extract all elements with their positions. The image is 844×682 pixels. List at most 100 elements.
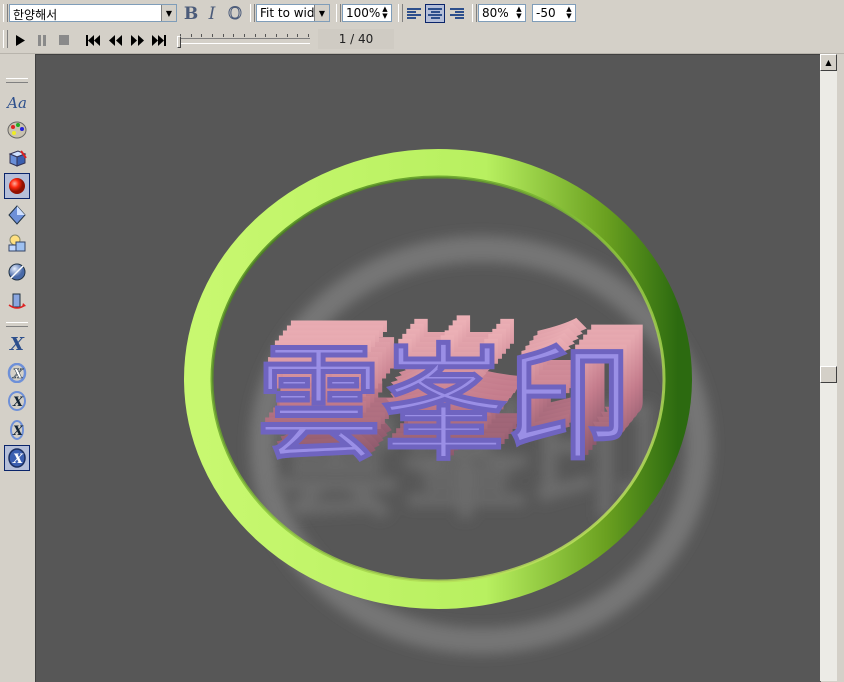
rewind-icon [108, 34, 122, 46]
vertical-scrollbar[interactable]: ▲ [820, 54, 837, 681]
x-axis-tool[interactable]: X [4, 331, 30, 357]
extruded-title: 雲峯印 雲峯印 雲峯印 雲峯印 雲峯印 雲峯印 [256, 307, 652, 479]
x-rotate-2-tool[interactable]: X [4, 388, 30, 414]
fit-mode-select[interactable]: Fit to widt ▼ [256, 4, 330, 22]
spin-arrows-icon[interactable]: ▲ ▼ [380, 6, 390, 20]
align-center-button[interactable] [425, 4, 445, 23]
cube-tool[interactable] [4, 145, 30, 171]
scroll-up-button[interactable]: ▲ [820, 54, 837, 71]
svg-text:X: X [12, 395, 24, 410]
left-toolbar: Aa X X X X X [0, 54, 34, 681]
scale-spinbox[interactable]: 80% ▲ ▼ [478, 4, 526, 22]
timeline-tick [255, 34, 256, 37]
x-rotate-4-icon: X [8, 448, 26, 468]
x-axis-icon: X [10, 333, 24, 355]
toolbar-grip[interactable] [3, 30, 8, 48]
chevron-down-icon[interactable]: ▼ [161, 5, 176, 21]
x-rotate-4-tool[interactable]: X [4, 445, 30, 471]
bold-label: B [183, 3, 199, 24]
font-select[interactable]: 한양해서 ▼ [9, 4, 177, 22]
pause-icon [38, 34, 46, 46]
svg-text:X: X [12, 452, 24, 467]
next-frame-button[interactable] [127, 31, 147, 49]
shapes-icon [8, 234, 26, 252]
offset-value: -50 [536, 6, 556, 20]
timeline-slider[interactable] [178, 38, 310, 44]
viewport-canvas[interactable]: 雲峯印 雲峯印 雲峯印 雲峯印 雲峯印 雲峯印 雲峯印 [35, 54, 821, 682]
play-button[interactable] [10, 31, 30, 49]
timeline-slider-thumb[interactable] [177, 36, 181, 48]
palette-tool[interactable] [4, 117, 30, 143]
toolbar-grip[interactable] [472, 4, 477, 22]
fit-mode-value: Fit to widt [260, 6, 320, 20]
toolbar-grip[interactable] [3, 4, 8, 22]
svg-text:X: X [12, 367, 24, 382]
last-frame-button[interactable] [149, 31, 169, 49]
timeline-tick [287, 34, 288, 37]
x-rotate-tool[interactable]: X [4, 360, 30, 386]
skip-start-icon [86, 34, 100, 46]
zoom-value: 100% [346, 6, 381, 20]
zoom-spinbox[interactable]: 100% ▲ ▼ [342, 4, 392, 22]
shapes-tool[interactable] [4, 230, 30, 256]
svg-text:X: X [12, 424, 24, 439]
toolbar-grip[interactable] [6, 78, 28, 83]
texture-tool[interactable] [4, 259, 30, 285]
timeline-tick [276, 34, 277, 37]
globe-texture-icon [8, 263, 26, 281]
x-rotate-3-tool[interactable]: X [4, 417, 30, 443]
timeline-tick [233, 34, 234, 37]
red-sphere-icon [9, 178, 25, 194]
first-frame-button[interactable] [83, 31, 103, 49]
stop-button[interactable] [54, 31, 74, 49]
toolbar-grip[interactable] [6, 322, 28, 327]
align-left-button[interactable] [404, 4, 424, 23]
frame-indicator: 1 / 40 [318, 29, 394, 49]
align-left-icon [407, 7, 421, 20]
material-tool[interactable] [4, 173, 30, 199]
toolbar-grip[interactable] [250, 4, 255, 22]
play-icon [16, 34, 25, 46]
extrude-tool[interactable] [4, 288, 30, 314]
offset-spinbox[interactable]: -50 ▲ ▼ [532, 4, 576, 22]
toolbar-grip[interactable] [398, 4, 403, 22]
rendered-3d-scene: 雲峯印 雲峯印 雲峯印 雲峯印 雲峯印 雲峯印 雲峯印 [184, 149, 712, 654]
timeline-tick [308, 34, 309, 37]
spin-arrows-icon[interactable]: ▲ ▼ [564, 6, 574, 20]
toolbar-grip[interactable] [336, 4, 341, 22]
bold-button[interactable]: B [181, 3, 201, 24]
align-right-icon [450, 7, 464, 20]
text-style-icon: Aa [7, 94, 27, 112]
timeline-tick [223, 34, 224, 37]
spin-arrows-icon[interactable]: ▲ ▼ [514, 6, 524, 20]
chevron-down-icon[interactable]: ▼ [314, 5, 329, 21]
extrude-icon [8, 293, 26, 309]
palette-icon [7, 121, 27, 139]
outline-button[interactable]: O [225, 3, 245, 24]
align-right-button[interactable] [447, 4, 467, 23]
timeline-tick [265, 34, 266, 37]
font-select-value: 한양해서 [13, 8, 58, 22]
outline-label: O [228, 3, 243, 24]
x-rotate-icon: X [7, 363, 27, 383]
scale-value: 80% [482, 6, 509, 20]
timeline-tick [191, 34, 192, 37]
light-tool[interactable] [4, 202, 30, 228]
pause-button[interactable] [32, 31, 52, 49]
text-style-tool[interactable]: Aa [4, 90, 30, 116]
scrollbar-thumb[interactable] [820, 366, 837, 383]
diamond-light-icon [8, 205, 26, 225]
italic-button[interactable]: I [202, 3, 222, 24]
window-edge [837, 54, 844, 681]
x-rotate-2-icon: X [8, 391, 26, 411]
italic-label: I [208, 3, 216, 24]
title-face: 雲峯印 [257, 332, 632, 478]
timeline-tick [244, 34, 245, 37]
fast-forward-icon [130, 34, 144, 46]
format-toolbar: 한양해서 ▼ B I O Fit to widt ▼ 100% ▲ ▼ 80% ▲… [0, 0, 844, 27]
timeline-tick [212, 34, 213, 37]
chevron-up-icon: ▲ [825, 58, 832, 67]
previous-frame-button[interactable] [105, 31, 125, 49]
cube-tool-icon [8, 150, 27, 167]
x-rotate-3-icon: X [10, 420, 24, 440]
